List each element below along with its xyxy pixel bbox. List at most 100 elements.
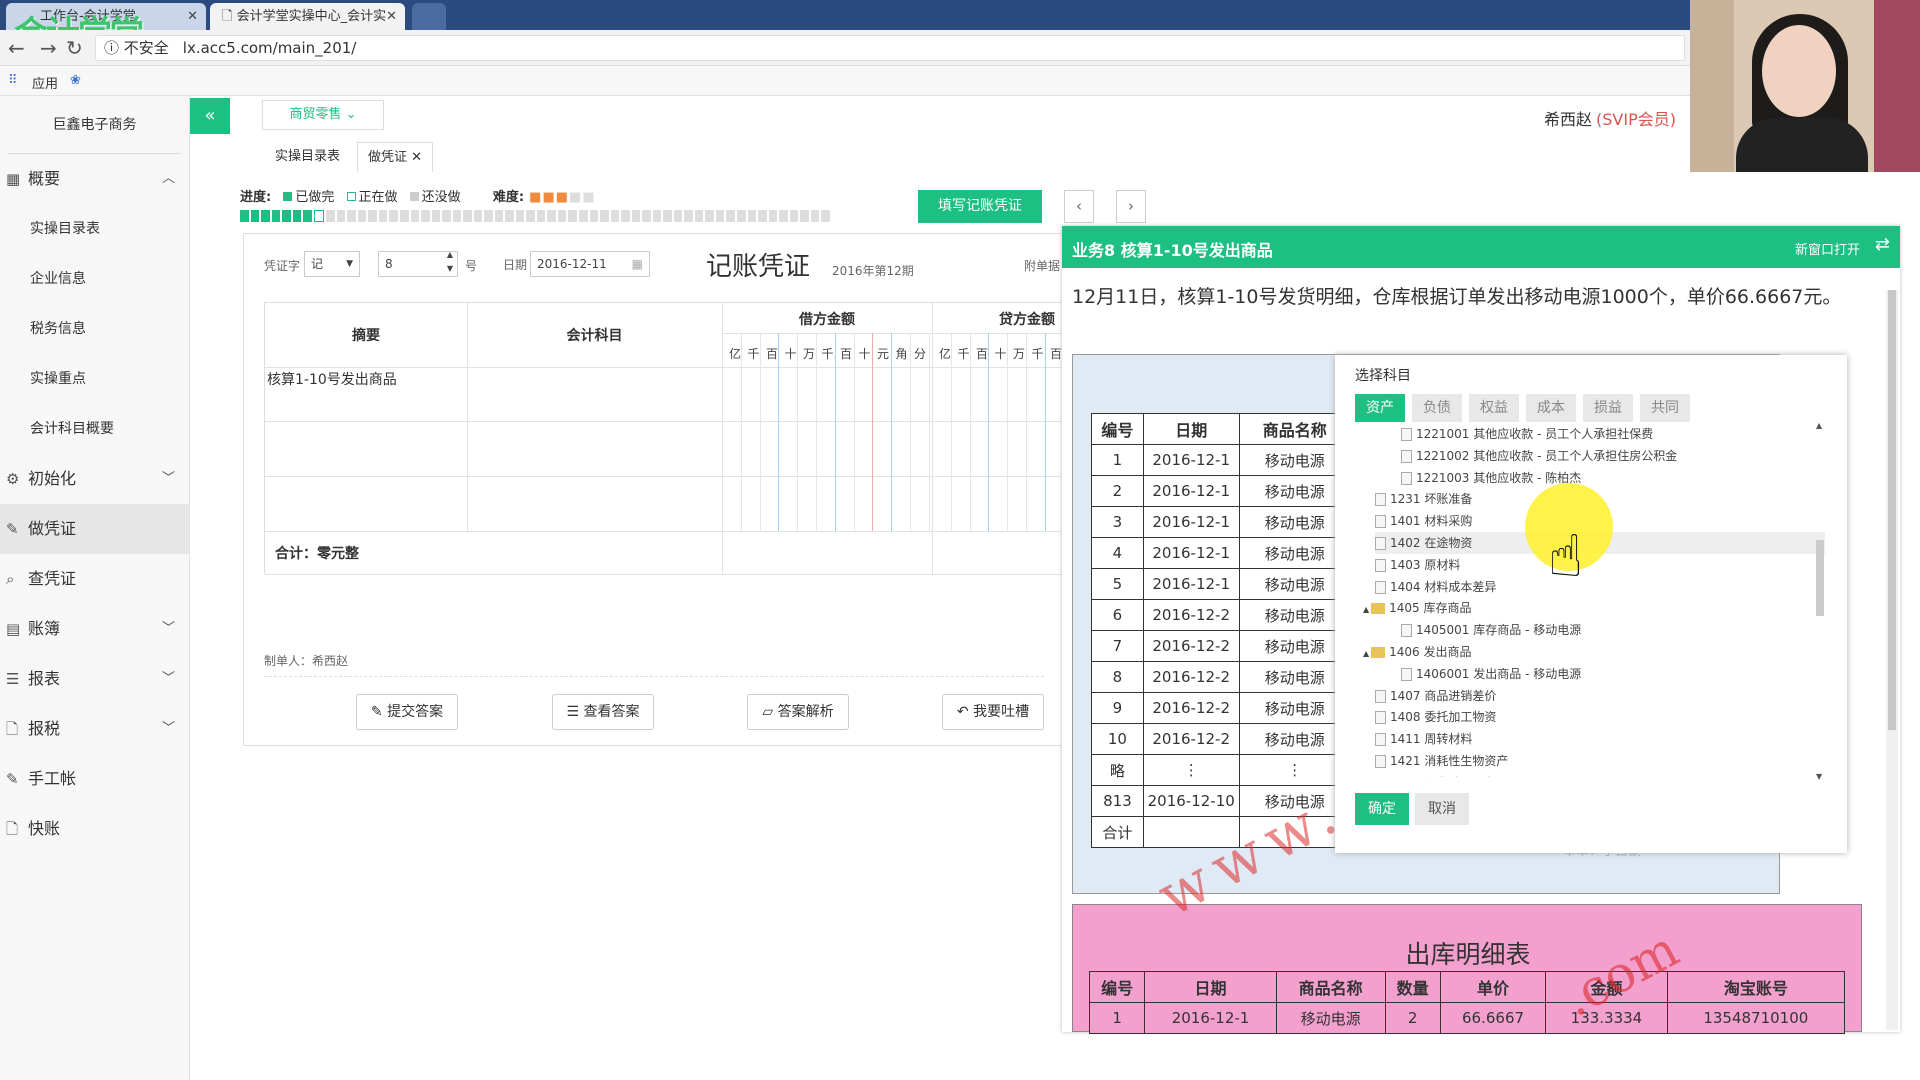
submenu-item[interactable]: 实操目录表 [0, 204, 189, 254]
voucher-number-input[interactable]: 8 ▲ ▼ [378, 248, 458, 277]
menu-manual[interactable]: ✎ 手工帐 [0, 754, 189, 804]
tree-node[interactable]: 1405001 库存商品 - 移动电源 [1401, 619, 1581, 641]
menu-tax[interactable]: 🗋 报税 ﹀ [0, 704, 189, 754]
category-tab[interactable]: 负债 [1412, 394, 1462, 422]
category-tab[interactable]: 成本 [1526, 394, 1576, 422]
account-cell[interactable] [467, 367, 722, 421]
swap-icon[interactable]: ⇄ [1875, 234, 1890, 255]
voucher-word-select[interactable]: 记 ▼ [304, 251, 360, 277]
menu-ledger[interactable]: ▤ 账簿 ﹀ [0, 604, 189, 654]
tab-title: 会计学堂实操中心_会计实 [236, 9, 387, 24]
new-tab-button[interactable] [412, 3, 446, 30]
picker-scrollbar[interactable]: ▲ ▼ [1813, 421, 1827, 781]
cancel-button[interactable]: 取消 [1415, 793, 1469, 825]
scroll-thumb[interactable] [1888, 290, 1896, 730]
tree-node[interactable]: 1404 材料成本差异 [1375, 576, 1496, 598]
confirm-button[interactable]: 确定 [1355, 793, 1409, 825]
digit-divider [1026, 333, 1027, 531]
date-input[interactable]: 2016-12-11 ▦ [530, 251, 650, 277]
digit-divider [797, 333, 799, 531]
industry-dropdown[interactable]: 商贸零售 ⌄ [262, 100, 384, 130]
tree-node[interactable]: 1403 原材料 [1375, 554, 1460, 576]
difficulty-star: ■ [529, 190, 542, 205]
next-button[interactable]: › [1116, 190, 1146, 223]
close-icon[interactable]: ✕ [386, 3, 397, 30]
submenu-item[interactable]: 税务信息 [0, 304, 189, 354]
table-cell: 1 [1088, 1002, 1146, 1034]
digit-divider [969, 333, 971, 531]
submit-answer-button[interactable]: ✎ 提交答案 [356, 694, 458, 730]
tree-node[interactable]: 1411 周转材料 [1375, 728, 1472, 750]
summary-cell[interactable]: 核算1-10号发出商品 [265, 367, 467, 421]
browser-tab-active[interactable]: 🗋 会计学堂实操中心_会计实 ✕ [210, 3, 405, 30]
category-tab[interactable]: 损益 [1583, 394, 1633, 422]
tree-node[interactable]: 1471 存货跌价准备 [1375, 772, 1496, 777]
menu-label: 查凭证 [28, 569, 77, 588]
fill-voucher-button[interactable]: 填写记账凭证 [918, 190, 1042, 223]
expand-icon[interactable]: ▲ [1363, 649, 1369, 658]
collapse-sidebar-button[interactable]: « [190, 98, 230, 134]
submenu-item[interactable]: 企业信息 [0, 254, 189, 304]
submenu-item[interactable]: 会计科目概要 [0, 404, 189, 454]
expand-icon[interactable]: ▲ [1363, 605, 1369, 614]
analysis-label: 答案解析 [777, 704, 834, 720]
menu-quick[interactable]: 🗋 快账 [0, 804, 189, 854]
tab-label: 做凭证 [368, 150, 408, 165]
tree-node[interactable]: 1408 委托加工物资 [1375, 706, 1496, 728]
progress-segment [768, 210, 778, 222]
tree-node[interactable]: 1221002 其他应收款 - 员工个人承担住房公积金 [1401, 445, 1677, 467]
url-field[interactable]: ⓘ 不安全 lx.acc5.com/main_201/ [95, 35, 1685, 61]
answer-analysis-button[interactable]: ▱ 答案解析 [747, 694, 849, 730]
tree-node[interactable]: 1406001 发出商品 - 移动电源 [1401, 663, 1581, 685]
tree-node[interactable]: 1421 消耗性生物资产 [1375, 750, 1508, 772]
back-arrow-icon[interactable]: ← [8, 36, 25, 60]
difficulty-star: ■ [569, 190, 582, 205]
tab-catalog[interactable]: 实操目录表 [265, 142, 350, 172]
category-tab[interactable]: 资产 [1355, 394, 1405, 422]
scroll-up-icon[interactable]: ▲ [1816, 421, 1822, 430]
category-tab[interactable]: 共同 [1640, 394, 1690, 422]
reload-icon[interactable]: ↻ [66, 36, 83, 60]
tree-node[interactable]: 1221001 其他应收款 - 员工个人承担社保费 [1401, 425, 1653, 445]
tree-node[interactable]: 1231 坏账准备 [1375, 488, 1472, 510]
forward-arrow-icon[interactable]: → [40, 36, 57, 60]
close-icon[interactable]: ✕ [187, 3, 198, 30]
submenu-item[interactable]: 实操重点 [0, 354, 189, 404]
apps-grid-icon[interactable]: ⠿ [8, 73, 18, 88]
menu-reports[interactable]: ☰ 报表 ﹀ [0, 654, 189, 704]
webcam-overlay [1690, 0, 1920, 172]
prev-button[interactable]: ‹ [1064, 190, 1094, 223]
view-answer-button[interactable]: ☰ 查看答案 [552, 694, 654, 730]
table-cell: 移动电源 [1238, 723, 1352, 755]
scroll-down-icon[interactable]: ▼ [1816, 772, 1822, 781]
menu-overview[interactable]: ▦ 概要 ︿ [0, 154, 189, 204]
menu-init[interactable]: ⚙ 初始化 ﹀ [0, 454, 189, 504]
security-label: 不安全 [123, 39, 169, 57]
calendar-icon[interactable]: ▦ [632, 252, 643, 276]
table-cell: 2 [1091, 475, 1144, 507]
progress-bar [240, 210, 830, 222]
tree-node[interactable]: ▲ 1406 发出商品 [1363, 641, 1472, 663]
paw-icon[interactable]: ❀ [70, 73, 81, 88]
row-divider [722, 333, 1067, 334]
scroll-thumb[interactable] [1816, 540, 1824, 616]
tree-node[interactable]: 1407 商品进销差价 [1375, 685, 1496, 707]
close-icon[interactable]: ✕ [411, 150, 422, 165]
progress-segment [463, 210, 472, 222]
tree-node[interactable]: 1401 材料采购 [1375, 510, 1472, 532]
progress-segment [715, 210, 725, 222]
business-scrollbar[interactable] [1886, 290, 1898, 1030]
category-tab[interactable]: 权益 [1469, 394, 1519, 422]
tab-make-voucher[interactable]: 做凭证 ✕ [357, 142, 434, 172]
tree-node[interactable]: ▲ 1405 库存商品 [1363, 597, 1472, 619]
tree-node-label: 1221003 其他应收款 - 陈柏杰 [1416, 470, 1582, 485]
menu-make-voucher[interactable]: ✎ 做凭证 [0, 504, 189, 554]
menu-label: 报表 [28, 669, 61, 688]
feedback-button[interactable]: ↶ 我要吐槽 [942, 694, 1044, 730]
open-new-window-link[interactable]: 新窗口打开 [1795, 239, 1860, 258]
bookmark-apps[interactable]: 应用 [32, 73, 58, 92]
menu-find-voucher[interactable]: ⌕ 查凭证 [0, 554, 189, 604]
difficulty-stars: ■■■■■ [528, 190, 594, 205]
progress-segment [800, 210, 809, 222]
stepper-icon[interactable]: ▲ ▼ [447, 248, 453, 276]
